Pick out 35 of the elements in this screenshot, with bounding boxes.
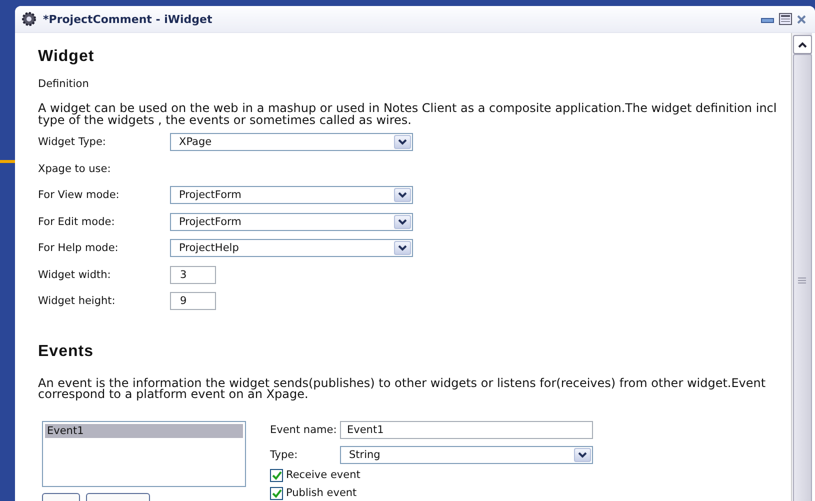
field-label: Widget height:: [38, 295, 116, 308]
description-text: type of the widgets , the events or sometimes called as wires.: [38, 114, 412, 126]
field-label: For Help mode:: [38, 242, 120, 254]
close-icon[interactable]: [797, 14, 806, 24]
field-label: Event name:: [270, 424, 338, 436]
field-label: Type:: [270, 448, 299, 460]
description-text: A widget can be used on the web in a mashup or used in Notes Client as a composite application.The widget definition incl: [38, 103, 778, 114]
dropdown[interactable]: ProjectHelp: [170, 239, 413, 258]
list-item[interactable]: Event1: [45, 424, 243, 438]
dropdown[interactable]: XPage: [170, 133, 413, 152]
checkbox-label: Receive event: [286, 469, 360, 481]
number-field[interactable]: 3: [170, 266, 216, 284]
field-label: Widget width:: [38, 268, 112, 281]
checkbox[interactable]: [270, 486, 283, 500]
field-label: Widget Type:: [38, 136, 107, 148]
field-label: Xpage to use:: [38, 162, 112, 175]
window-title: *ProjectComment - iWidget: [43, 12, 212, 26]
dropdown[interactable]: ProjectForm: [170, 186, 413, 204]
section-heading: Widget: [38, 48, 96, 67]
number-field[interactable]: 9: [170, 292, 216, 310]
section-heading: Events: [38, 342, 94, 362]
dropdown[interactable]: String: [340, 446, 593, 464]
scroll-up-icon[interactable]: [792, 35, 812, 54]
checkbox-label: Publish event: [286, 487, 357, 499]
maximize-icon[interactable]: [779, 13, 792, 25]
dropdown[interactable]: ProjectForm: [170, 212, 413, 231]
minimize-icon[interactable]: [761, 15, 774, 23]
gear-icon: [21, 11, 37, 27]
description-text: An event is the information the widget sends(publishes) to other widgets or listens for(receives) from other widget.Event: [38, 378, 767, 389]
field-label: For Edit mode:: [38, 216, 116, 228]
field-label: For View mode:: [38, 189, 120, 202]
checkbox[interactable]: [270, 468, 283, 482]
section-subheading: Definition: [38, 78, 90, 90]
text-field[interactable]: Event1: [340, 420, 593, 438]
description-text: correspond to a platform event on an Xpage.: [38, 389, 308, 400]
